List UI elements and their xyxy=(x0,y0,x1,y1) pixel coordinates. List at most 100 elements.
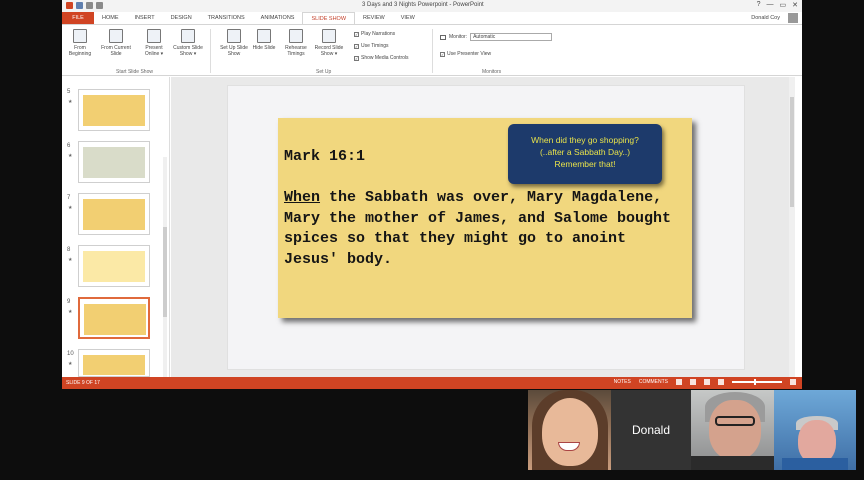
tab-review[interactable]: REVIEW xyxy=(355,12,393,24)
callout-box[interactable]: When did they go shopping? (..after a Sa… xyxy=(508,124,662,184)
canvas-scrollbar[interactable] xyxy=(789,77,795,377)
slide-position: SLIDE 9 OF 17 xyxy=(66,380,100,386)
callout-line: (..after a Sabbath Day..) xyxy=(539,147,631,157)
video-tile-participant-4[interactable] xyxy=(774,390,856,470)
from-beginning-button[interactable]: From Beginning xyxy=(64,29,96,57)
group-divider xyxy=(432,29,433,73)
redo-icon[interactable] xyxy=(96,2,103,9)
setup-icon xyxy=(227,29,241,43)
thumbnail-number: 5 xyxy=(67,89,71,95)
callout-line: When did they go shopping? xyxy=(531,135,639,145)
account-name[interactable]: Donald Coy xyxy=(751,15,780,21)
current-slide[interactable]: When did they go shopping? (..after a Sa… xyxy=(227,85,745,370)
thumbnail-number: 7 xyxy=(67,195,71,201)
notes-button[interactable]: NOTES xyxy=(614,379,631,385)
transition-star-icon: ★ xyxy=(68,309,73,315)
help-icon[interactable]: ? xyxy=(757,1,761,9)
hide-slide-button[interactable]: Hide Slide xyxy=(248,29,280,51)
record-icon xyxy=(322,29,336,43)
show-media-controls-checkbox[interactable]: ✓ Show Media Controls xyxy=(354,55,409,61)
title-bar: 3 Days and 3 Nights Powerpoint - PowerPo… xyxy=(62,0,802,12)
checkmark-icon: ✓ xyxy=(354,31,359,37)
transition-star-icon: ★ xyxy=(68,153,73,159)
transition-star-icon: ★ xyxy=(68,361,73,367)
group-label-monitors: Monitors xyxy=(482,69,502,75)
thumbnail-slide-6[interactable] xyxy=(78,141,150,183)
slide-sorter-icon[interactable] xyxy=(690,379,696,385)
set-up-slide-show-button[interactable]: Set Up Slide Show xyxy=(218,29,250,57)
thumbnail-number: 8 xyxy=(67,247,71,253)
thumbnail-slide-8[interactable] xyxy=(78,245,150,287)
slideshow-current-icon xyxy=(109,29,123,43)
status-bar: SLIDE 9 OF 17 NOTES COMMENTS xyxy=(62,377,802,389)
thumbnail-number: 9 xyxy=(67,299,71,305)
thumbnail-slide-9[interactable] xyxy=(78,297,150,339)
play-narrations-checkbox[interactable]: ✓ Play Narrations xyxy=(354,31,395,37)
monitor-dropdown[interactable]: Automatic xyxy=(470,33,553,41)
present-online-icon xyxy=(147,29,161,43)
restore-icon[interactable]: ▭ xyxy=(780,1,787,9)
tab-home[interactable]: HOME xyxy=(94,12,127,24)
checkmark-icon: ✓ xyxy=(440,51,445,57)
tab-animations[interactable]: ANIMATIONS xyxy=(253,12,303,24)
reading-view-icon[interactable] xyxy=(704,379,710,385)
checkmark-icon: ✓ xyxy=(354,43,359,49)
transition-star-icon: ★ xyxy=(68,257,73,263)
video-tile-name[interactable]: Donald xyxy=(611,390,691,470)
verse-reference: Mark 16:1 xyxy=(284,148,366,165)
rehearse-timings-button[interactable]: Rehearse Timings xyxy=(280,29,312,57)
tab-insert[interactable]: INSERT xyxy=(127,12,163,24)
group-label-start-slide-show: Start Slide Show xyxy=(116,69,153,75)
transition-star-icon: ★ xyxy=(68,99,73,105)
undo-icon[interactable] xyxy=(86,2,93,9)
timer-icon xyxy=(289,29,303,43)
transition-star-icon: ★ xyxy=(68,205,73,211)
thumbnail-scrollbar[interactable] xyxy=(163,157,167,389)
participant-name: Donald xyxy=(631,423,671,437)
close-icon[interactable]: ✕ xyxy=(792,1,798,9)
slideshow-start-icon xyxy=(73,29,87,43)
custom-slide-show-button[interactable]: Custom Slide Show ▾ xyxy=(172,29,204,57)
verse-card[interactable]: When did they go shopping? (..after a Sa… xyxy=(278,118,692,318)
verse-text: When the Sabbath was over, Mary Magdalen… xyxy=(284,188,688,270)
avatar[interactable] xyxy=(788,13,798,23)
verse-body: the Sabbath was over, Mary Magdalene, Ma… xyxy=(284,189,672,268)
present-online-button[interactable]: Present Online ▾ xyxy=(138,29,170,57)
use-presenter-view-checkbox[interactable]: ✓ Use Presenter View xyxy=(440,51,491,57)
window-title: 3 Days and 3 Nights Powerpoint - PowerPo… xyxy=(362,2,484,8)
normal-view-icon[interactable] xyxy=(676,379,682,385)
thumbnail-number: 10 xyxy=(67,351,74,357)
ribbon: From Beginning From Current Slide Presen… xyxy=(62,24,802,76)
slideshow-view-icon[interactable] xyxy=(718,379,724,385)
thumbnail-slide-7[interactable] xyxy=(78,193,150,235)
tab-slide-show[interactable]: SLIDE SHOW xyxy=(302,12,356,24)
minimize-icon[interactable]: — xyxy=(767,1,774,9)
group-label-set-up: Set Up xyxy=(316,69,332,75)
monitor-select[interactable]: Monitor: Automatic xyxy=(440,33,553,41)
video-tile-participant-3[interactable] xyxy=(691,390,774,470)
use-timings-checkbox[interactable]: ✓ Use Timings xyxy=(354,43,389,49)
thumbnail-slide-10[interactable] xyxy=(78,349,150,377)
verse-first-word: When xyxy=(284,189,321,206)
tab-design[interactable]: DESIGN xyxy=(163,12,200,24)
save-icon[interactable] xyxy=(76,2,83,9)
slide-thumbnail-pane: 5 ★ 6 ★ 7 ★ 8 ★ 9 ★ 10 ★ xyxy=(62,77,170,389)
tab-file[interactable]: FILE xyxy=(62,12,94,24)
thumbnail-number: 6 xyxy=(67,143,71,149)
quick-access-toolbar xyxy=(66,2,103,9)
thumbnail-slide-5[interactable] xyxy=(78,89,150,131)
record-slide-show-button[interactable]: Record Slide Show ▾ xyxy=(313,29,345,57)
monitor-icon xyxy=(440,34,446,40)
tab-transitions[interactable]: TRANSITIONS xyxy=(200,12,253,24)
checkmark-icon: ✓ xyxy=(354,55,359,61)
comments-button[interactable]: COMMENTS xyxy=(639,379,668,385)
slide-editing-canvas: When did they go shopping? (..after a Sa… xyxy=(171,77,795,377)
zoom-slider[interactable] xyxy=(732,379,782,385)
from-current-slide-button[interactable]: From Current Slide xyxy=(100,29,132,57)
hide-slide-icon xyxy=(257,29,271,43)
tab-view[interactable]: VIEW xyxy=(393,12,423,24)
fit-to-window-icon[interactable] xyxy=(790,379,796,385)
video-tile-participant-1[interactable] xyxy=(528,390,611,470)
powerpoint-window: 3 Days and 3 Nights Powerpoint - PowerPo… xyxy=(62,0,802,389)
callout-line: Remember that! xyxy=(554,159,616,169)
